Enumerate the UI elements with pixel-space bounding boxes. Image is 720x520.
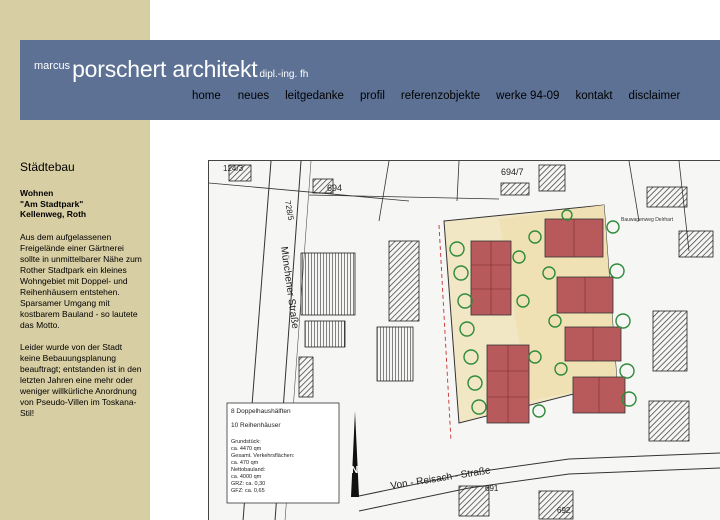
site-plan-image: 124/3 694 694/7 728/5 691 692 Münchener … bbox=[208, 160, 720, 520]
brand-title: dipl.-ing. fh bbox=[259, 69, 309, 80]
north-label: N bbox=[351, 465, 358, 476]
parcel-label: 728/5 bbox=[283, 200, 295, 222]
project-description: Aus dem aufgelassenen Freigelände einer … bbox=[20, 232, 142, 430]
description-paragraph-1: Aus dem aufgelassenen Freigelände einer … bbox=[20, 232, 142, 330]
brand-logo[interactable]: marcusporschert architekt dipl.-ing. fh bbox=[34, 56, 308, 83]
north-arrow-icon bbox=[351, 411, 359, 497]
project-title-line-1: Wohnen bbox=[20, 188, 54, 198]
existing-building bbox=[376, 326, 414, 382]
brand-first-name: marcus bbox=[34, 60, 71, 72]
nav-profil[interactable]: profil bbox=[360, 90, 385, 102]
nav-werke[interactable]: werke 94-09 bbox=[496, 90, 559, 102]
parcel-label: 694/7 bbox=[501, 167, 524, 177]
stats-line: Gesamt. Verkehrsflächen: bbox=[231, 453, 295, 459]
parcel-label: 692 bbox=[557, 506, 571, 515]
street-edge-line bbox=[358, 452, 720, 497]
stats-line: Grundstück: bbox=[231, 439, 261, 445]
stats-line: GRZ: ca. 0,30 bbox=[231, 481, 265, 487]
legend-line: 10 Reihenhäuser bbox=[231, 422, 281, 429]
parcel-label: 694 bbox=[327, 183, 342, 193]
site-plan-drawing: 124/3 694 694/7 728/5 691 692 Münchener … bbox=[209, 161, 720, 520]
description-paragraph-2: Leider wurde von der Stadt keine Bebauun… bbox=[20, 342, 142, 418]
existing-building bbox=[388, 240, 420, 322]
nav-neues[interactable]: neues bbox=[238, 90, 269, 102]
stats-line: ca. 470 qm bbox=[231, 460, 259, 466]
header-bar: marcusporschert architekt dipl.-ing. fh h… bbox=[20, 40, 720, 120]
plan-legend: 8 Doppelhaushälften 10 Reihenhäuser Grun… bbox=[226, 402, 359, 504]
stats-line: ca. 4000 qm bbox=[231, 474, 262, 480]
section-title: Städtebau bbox=[20, 160, 75, 174]
parcel-label: 691 bbox=[485, 484, 499, 493]
project-title-line-3: Kellenweg, Roth bbox=[20, 209, 87, 219]
street-name: Münchener Straße bbox=[278, 246, 300, 330]
existing-building bbox=[304, 320, 346, 348]
nav-home[interactable]: home bbox=[192, 90, 221, 102]
parcel-label: 124/3 bbox=[223, 164, 244, 173]
nav-kontakt[interactable]: kontakt bbox=[575, 90, 612, 102]
nav-referenzobjekte[interactable]: referenzobjekte bbox=[401, 90, 480, 102]
nav-disclaimer[interactable]: disclaimer bbox=[629, 90, 681, 102]
stats-line: Nettobauland: bbox=[231, 467, 266, 473]
legend-line: 8 Doppelhaushälften bbox=[231, 408, 291, 415]
stats-line: ca. 4470 qm bbox=[231, 446, 262, 452]
plan-label: Bauwagenweg Delrhart bbox=[621, 217, 674, 223]
project-title: Wohnen "Am Stadtpark" Kellenweg, Roth bbox=[20, 188, 145, 220]
brand-last-name: porschert architekt bbox=[72, 56, 258, 82]
nav-leitgedanke[interactable]: leitgedanke bbox=[285, 90, 344, 102]
main-nav: home neues leitgedanke profil referenzob… bbox=[192, 90, 680, 102]
stats-line: GFZ: ca. 0,65 bbox=[231, 488, 265, 494]
existing-building bbox=[300, 252, 356, 316]
project-title-line-2: "Am Stadtpark" bbox=[20, 198, 84, 209]
